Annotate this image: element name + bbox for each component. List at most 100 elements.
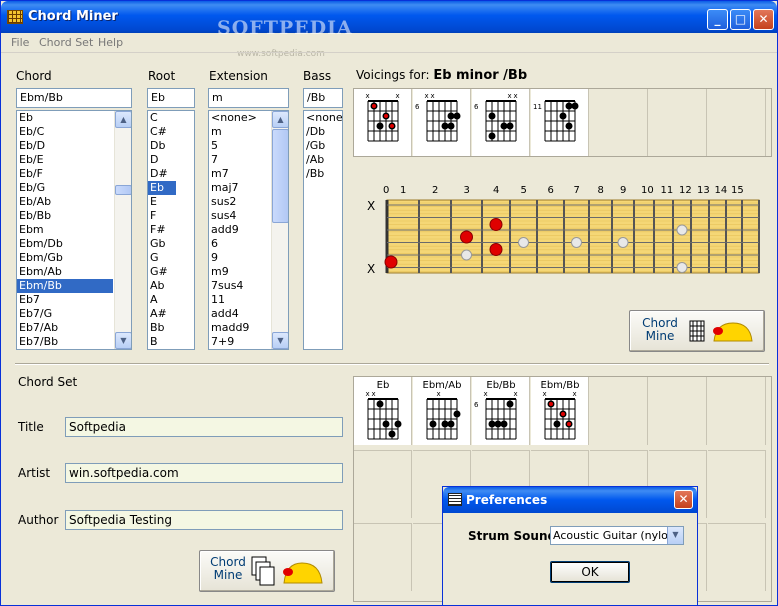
- empty-chord-set-cell[interactable]: [590, 377, 648, 445]
- root-list-item[interactable]: Bb: [148, 321, 176, 335]
- chord-list-item[interactable]: Eb/Bb: [17, 209, 113, 223]
- fretboard[interactable]: 0 1 2 3 4 5 6 7 8 9 10 11 12 13 14 15 X X: [353, 179, 772, 284]
- chord-list-item[interactable]: Eb/F: [17, 167, 113, 181]
- chord-list-item[interactable]: Ebm/Gb: [17, 251, 113, 265]
- root-list[interactable]: C C# Db D D# Eb E F F# Gb G G# Ab A A# Bb B: [147, 110, 195, 350]
- root-list-item[interactable]: Db: [148, 139, 176, 153]
- chord-list-scrollbar[interactable]: ▲ ▼: [114, 111, 131, 349]
- ok-button[interactable]: OK: [550, 561, 630, 583]
- root-list-item[interactable]: C#: [148, 125, 176, 139]
- menu-file[interactable]: File: [11, 36, 29, 49]
- empty-chord-set-cell[interactable]: [708, 450, 766, 518]
- root-list-item[interactable]: C: [148, 111, 176, 125]
- chord-list-item[interactable]: Eb7/Ab: [17, 321, 113, 335]
- scroll-up-arrow-icon[interactable]: ▲: [272, 111, 288, 128]
- voicing-cell[interactable]: xx6: [413, 89, 471, 156]
- root-list-item[interactable]: D: [148, 153, 176, 167]
- chord-list-item[interactable]: Ebm/Bb: [17, 279, 113, 293]
- chord-list-item[interactable]: Ebm: [17, 223, 113, 237]
- maximize-button[interactable]: □: [730, 9, 751, 30]
- chord-set-cell[interactable]: Ebm/Ab x: [413, 377, 471, 445]
- chord-list[interactable]: Eb Eb/C Eb/D Eb/E Eb/F Eb/G Eb/Ab Eb/Bb Ebm Ebm/D…: [16, 110, 132, 350]
- bass-input[interactable]: /Bb: [303, 88, 343, 108]
- extension-list-item[interactable]: m7: [209, 167, 270, 181]
- extension-list-item[interactable]: 7: [209, 153, 270, 167]
- scroll-down-arrow-icon[interactable]: ▼: [115, 332, 131, 349]
- chord-list-item[interactable]: Ebm/Db: [17, 237, 113, 251]
- scroll-thumb[interactable]: [115, 185, 131, 195]
- extension-list-item[interactable]: 9: [209, 251, 270, 265]
- scroll-up-arrow-icon[interactable]: ▲: [115, 111, 131, 128]
- menu-chord-set[interactable]: Chord Set: [39, 36, 93, 49]
- root-list-item[interactable]: E: [148, 195, 176, 209]
- extension-list-scrollbar[interactable]: ▲ ▼: [271, 111, 288, 349]
- chord-list-item[interactable]: Ebm/Ab: [17, 265, 113, 279]
- extension-input[interactable]: m: [208, 88, 289, 108]
- extension-list-item[interactable]: add9: [209, 223, 270, 237]
- chord-list-item[interactable]: Eb/E: [17, 153, 113, 167]
- extension-list-item[interactable]: add4: [209, 307, 270, 321]
- extension-list-item[interactable]: sus2: [209, 195, 270, 209]
- chord-list-item[interactable]: Eb/C: [17, 125, 113, 139]
- chord-list-item[interactable]: Eb7/Bb: [17, 335, 113, 349]
- author-input[interactable]: Softpedia Testing: [65, 510, 343, 530]
- bass-list-item[interactable]: <none>: [304, 111, 342, 125]
- root-input[interactable]: Eb: [147, 88, 195, 108]
- chord-list-item[interactable]: Eb/G: [17, 181, 113, 195]
- root-list-item[interactable]: Gb: [148, 237, 176, 251]
- scroll-thumb[interactable]: [272, 129, 288, 223]
- chord-set-cell[interactable]: Ebm/Bb x x: [531, 377, 589, 445]
- chord-mine-button[interactable]: Chord Mine: [629, 310, 765, 352]
- title-bar[interactable]: Chord Miner SOFTPEDIA _ □ ✕: [1, 1, 777, 39]
- empty-chord-set-cell[interactable]: [354, 523, 412, 591]
- root-list-item[interactable]: B: [148, 335, 176, 349]
- root-list-item[interactable]: A: [148, 293, 176, 307]
- extension-list-item[interactable]: 5: [209, 139, 270, 153]
- bass-list-item[interactable]: /Bb: [304, 167, 324, 181]
- chord-mine-set-button[interactable]: Chord Mine: [199, 550, 335, 592]
- chord-list-item[interactable]: Eb/D: [17, 139, 113, 153]
- extension-list-item[interactable]: maj7: [209, 181, 270, 195]
- extension-list-item[interactable]: 11: [209, 293, 270, 307]
- extension-list-item[interactable]: sus4: [209, 209, 270, 223]
- root-list-item[interactable]: G: [148, 251, 176, 265]
- root-list-item[interactable]: Ab: [148, 279, 176, 293]
- chord-set-cell[interactable]: Eb x x: [354, 377, 412, 445]
- dropdown-arrow-icon[interactable]: ▼: [667, 527, 683, 544]
- root-list-item[interactable]: A#: [148, 307, 176, 321]
- chord-list-item[interactable]: Eb7: [17, 293, 113, 307]
- voicing-cell[interactable]: 11: [531, 89, 589, 156]
- chord-set-cell[interactable]: Eb/Bb x x 6: [472, 377, 530, 445]
- extension-list-item[interactable]: madd9: [209, 321, 270, 335]
- root-list-item[interactable]: D#: [148, 167, 176, 181]
- bass-list[interactable]: <none>/Db/Gb/Ab/Bb: [303, 110, 343, 350]
- bass-list-item[interactable]: /Ab: [304, 153, 324, 167]
- preferences-title-bar[interactable]: Preferences ✕: [443, 487, 697, 513]
- extension-list-item[interactable]: m9: [209, 265, 270, 279]
- extension-list[interactable]: <none> m 5 7 m7 maj7 sus2 sus4 add9 6 9 m9 7sus4 11 ad…: [208, 110, 289, 350]
- empty-voicing-cell[interactable]: [649, 89, 707, 156]
- chord-list-item[interactable]: Eb7/G: [17, 307, 113, 321]
- extension-list-item[interactable]: 7sus4: [209, 279, 270, 293]
- close-button[interactable]: ✕: [753, 9, 774, 30]
- chord-input[interactable]: Ebm/Bb: [16, 88, 132, 108]
- root-list-item[interactable]: Eb: [148, 181, 176, 195]
- chord-list-item[interactable]: Eb/Ab: [17, 195, 113, 209]
- extension-list-item[interactable]: <none>: [209, 111, 270, 125]
- strum-sound-select[interactable]: Acoustic Guitar (nylon) ▼: [550, 526, 684, 545]
- empty-chord-set-cell[interactable]: [708, 377, 766, 445]
- artist-input[interactable]: win.softpedia.com: [65, 463, 343, 483]
- minimize-button[interactable]: _: [707, 9, 728, 30]
- chord-list-item[interactable]: Eb: [17, 111, 113, 125]
- title-input[interactable]: Softpedia: [65, 417, 343, 437]
- extension-list-item[interactable]: m: [209, 125, 270, 139]
- voicing-cell[interactable]: xx: [354, 89, 412, 156]
- root-list-item[interactable]: G#: [148, 265, 176, 279]
- empty-chord-set-cell[interactable]: [708, 523, 766, 591]
- root-list-item[interactable]: F: [148, 209, 176, 223]
- extension-list-item[interactable]: 6: [209, 237, 270, 251]
- empty-voicing-cell[interactable]: [590, 89, 648, 156]
- preferences-close-button[interactable]: ✕: [674, 490, 693, 509]
- bass-list-item[interactable]: /Gb: [304, 139, 325, 153]
- empty-chord-set-cell[interactable]: [649, 377, 707, 445]
